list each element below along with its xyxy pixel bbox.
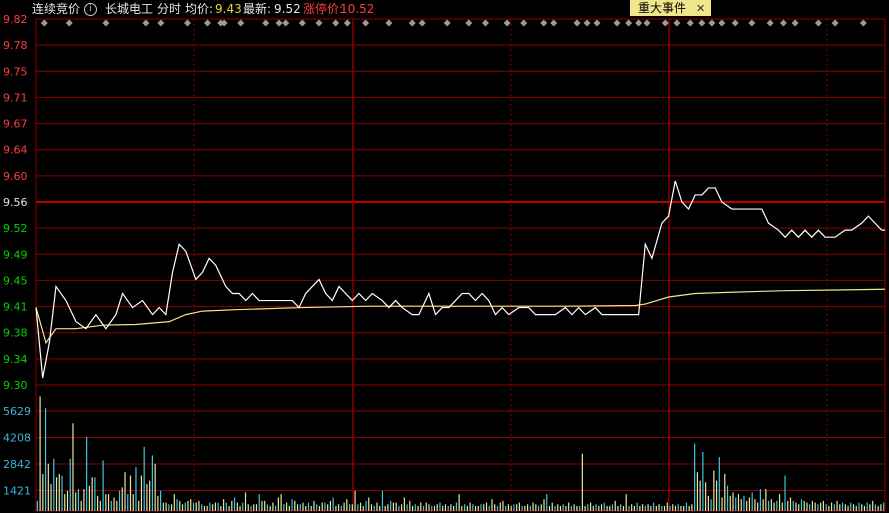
volume-tick-label: 2842 [3, 458, 31, 471]
event-marker-icon [583, 19, 591, 27]
price-tick-label: 9.45 [3, 274, 28, 287]
average-price-line [35, 288, 886, 345]
event-marker-icon [593, 19, 601, 27]
event-marker-icon [183, 19, 191, 27]
event-marker-icon [385, 19, 393, 27]
event-marker-icon [465, 19, 473, 27]
event-marker-icon [520, 19, 528, 27]
event-marker-icon [275, 19, 283, 27]
event-marker-icon [731, 19, 739, 27]
event-marker-icon [698, 19, 706, 27]
price-tick-label: 9.49 [3, 248, 28, 261]
event-marker-icon [791, 19, 799, 27]
event-marker-icon [203, 19, 211, 27]
event-marker-icon [408, 19, 416, 27]
event-marker-icon [831, 19, 839, 27]
event-marker-icon [635, 19, 643, 27]
event-marker-icon [418, 19, 426, 27]
event-marker-icon [503, 19, 511, 27]
event-marker-icon [157, 19, 165, 27]
event-marker-icon [766, 19, 774, 27]
event-marker-icon [643, 19, 651, 27]
price-tick-label: 9.56 [3, 196, 28, 209]
price-tick-label: 9.60 [3, 170, 28, 183]
price-tick-label: 9.52 [3, 222, 28, 235]
event-marker-icon [298, 19, 306, 27]
event-marker-icon [343, 19, 351, 27]
event-marker-icon [748, 19, 756, 27]
event-marker-icon [859, 19, 867, 27]
event-marker-icon [625, 19, 633, 27]
event-marker-icon [40, 19, 48, 27]
event-marker-icon [315, 19, 323, 27]
event-marker-icon [718, 19, 726, 27]
price-tick-label: 9.38 [3, 327, 28, 340]
event-marker-icon [661, 19, 669, 27]
event-marker-icon [142, 19, 150, 27]
event-marker-icon [237, 19, 245, 27]
event-marker-icon [540, 19, 548, 27]
event-marker-icon [282, 19, 290, 27]
intraday-chart[interactable]: 9.82 9.78 9.75 9.71 9.67 9.64 9.60 9.56 9.52 9.49… [0, 0, 889, 513]
event-marker-icon [613, 19, 621, 27]
event-marker-icon [332, 19, 340, 27]
event-marker-icon [708, 19, 716, 27]
event-marker-icon [481, 19, 489, 27]
event-marker-icon [814, 19, 822, 27]
event-marker-icon [550, 19, 558, 27]
price-tick-label: 9.41 [3, 301, 28, 314]
event-marker-icon [573, 19, 581, 27]
event-marker-icon [102, 19, 110, 27]
price-tick-label: 9.71 [3, 91, 28, 104]
volume-tick-label: 4208 [3, 432, 31, 445]
price-tick-label: 9.82 [3, 13, 28, 26]
event-marker-icon [686, 19, 694, 27]
price-tick-label: 9.78 [3, 39, 28, 52]
event-marker-icon [65, 19, 73, 27]
event-marker-icon [362, 19, 370, 27]
volume-tick-label: 5629 [3, 405, 31, 418]
price-tick-label: 9.30 [3, 379, 28, 392]
event-marker-icon [262, 19, 270, 27]
price-tick-label: 9.67 [3, 118, 28, 131]
volume-tick-label: 1421 [3, 485, 31, 498]
price-tick-label: 9.34 [3, 353, 28, 366]
event-marker-icon [673, 19, 681, 27]
price-line [35, 180, 885, 379]
event-marker-icon [779, 19, 787, 27]
price-tick-label: 9.75 [3, 65, 28, 78]
price-tick-label: 9.64 [3, 144, 28, 157]
event-marker-icon [443, 19, 451, 27]
